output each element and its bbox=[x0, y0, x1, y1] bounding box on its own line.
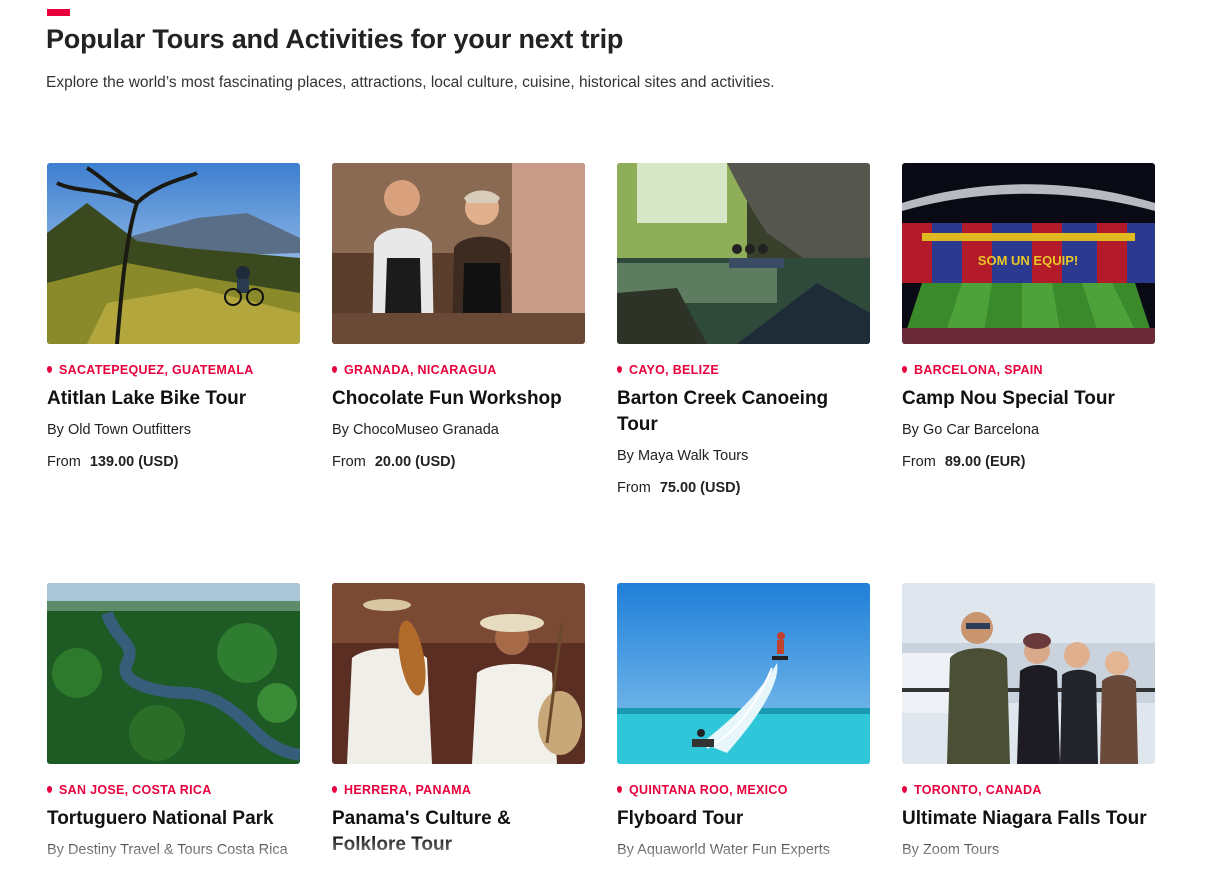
tour-title-link[interactable]: Barton Creek Canoeing Tour bbox=[617, 386, 871, 438]
price-amount: 20.00 (USD) bbox=[374, 454, 456, 470]
tour-card[interactable]: SAN JOSE, COSTA RICA Tortuguero National… bbox=[47, 583, 301, 859]
tour-operator: By Destiny Travel & Tours Costa Rica bbox=[47, 842, 288, 858]
tour-card[interactable]: GRANADA, NICARAGUA Chocolate Fun Worksho… bbox=[332, 163, 586, 471]
tour-operator: By Maya Walk Tours bbox=[617, 448, 749, 464]
tour-card[interactable]: SOM UN EQUIP! BARCELONA, SPAIN Camp Nou … bbox=[902, 163, 1156, 471]
tour-operator: By Go Car Barcelona bbox=[902, 422, 1040, 438]
location-pin-icon bbox=[902, 366, 907, 373]
location-pin-icon bbox=[47, 786, 52, 793]
tour-image-niagara[interactable] bbox=[902, 583, 1155, 764]
location-label: HERRERA, PANAMA bbox=[332, 782, 586, 797]
tour-image-folklore[interactable] bbox=[332, 583, 585, 764]
location-label: SACATEPEQUEZ, GUATEMALA bbox=[47, 362, 301, 377]
location-label: SAN JOSE, COSTA RICA bbox=[47, 782, 301, 797]
location-pin-icon bbox=[332, 786, 337, 793]
svg-text:SOM UN EQUIP!: SOM UN EQUIP! bbox=[978, 253, 1078, 268]
tour-operator: By Old Town Outfitters bbox=[47, 422, 191, 438]
location-label: TORONTO, CANADA bbox=[902, 782, 1156, 797]
price-amount: 139.00 (USD) bbox=[89, 454, 179, 470]
location-label: CAYO, BELIZE bbox=[617, 362, 871, 377]
price-row: From 89.00 (EUR) bbox=[902, 454, 1026, 470]
accent-bar bbox=[47, 9, 70, 16]
tour-card[interactable]: HERRERA, PANAMA Panama's Culture & Folkl… bbox=[332, 583, 586, 858]
location-pin-icon bbox=[332, 366, 337, 373]
tour-image-rainforest[interactable] bbox=[47, 583, 300, 764]
tour-image-chocolate[interactable] bbox=[332, 163, 585, 344]
location-pin-icon bbox=[902, 786, 907, 793]
location-pin-icon bbox=[47, 366, 52, 373]
tour-title-link[interactable]: Chocolate Fun Workshop bbox=[332, 386, 586, 412]
tour-card[interactable]: CAYO, BELIZE Barton Creek Canoeing Tour … bbox=[617, 163, 871, 497]
tour-title-link[interactable]: Camp Nou Special Tour bbox=[902, 386, 1156, 412]
location-label: BARCELONA, SPAIN bbox=[902, 362, 1156, 377]
location-pin-icon bbox=[617, 786, 622, 793]
price-amount: 75.00 (USD) bbox=[659, 480, 741, 496]
tour-image-bike[interactable] bbox=[47, 163, 300, 344]
location-label: GRANADA, NICARAGUA bbox=[332, 362, 586, 377]
price-row: From 139.00 (USD) bbox=[47, 454, 179, 470]
tour-image-flyboard[interactable] bbox=[617, 583, 870, 764]
tour-card[interactable]: SACATEPEQUEZ, GUATEMALA Atitlan Lake Bik… bbox=[47, 163, 301, 471]
price-amount: 89.00 (EUR) bbox=[944, 454, 1026, 470]
tour-card[interactable]: TORONTO, CANADA Ultimate Niagara Falls T… bbox=[902, 583, 1156, 859]
tour-title-link[interactable]: Atitlan Lake Bike Tour bbox=[47, 386, 301, 412]
tour-card[interactable]: QUINTANA ROO, MEXICO Flyboard Tour By Aq… bbox=[617, 583, 871, 859]
tour-title-link[interactable]: Flyboard Tour bbox=[617, 806, 871, 832]
tour-operator: By ChocoMuseo Granada bbox=[332, 422, 499, 438]
tour-title-link[interactable]: Panama's Culture & Folklore Tour bbox=[332, 806, 586, 858]
price-row: From 20.00 (USD) bbox=[332, 454, 456, 470]
tour-title-link[interactable]: Tortuguero National Park bbox=[47, 806, 301, 832]
tour-image-cave-canoe[interactable] bbox=[617, 163, 870, 344]
tour-operator: By Zoom Tours bbox=[902, 842, 1000, 858]
page-title: Popular Tours and Activities for your ne… bbox=[46, 24, 624, 54]
tour-operator: By Aquaworld Water Fun Experts bbox=[617, 842, 831, 858]
price-row: From 75.00 (USD) bbox=[617, 480, 741, 496]
tour-title-link[interactable]: Ultimate Niagara Falls Tour bbox=[902, 806, 1156, 832]
location-label: QUINTANA ROO, MEXICO bbox=[617, 782, 871, 797]
page-subtitle: Explore the world’s most fascinating pla… bbox=[46, 74, 775, 91]
tour-image-stadium[interactable]: SOM UN EQUIP! bbox=[902, 163, 1155, 344]
location-pin-icon bbox=[617, 366, 622, 373]
